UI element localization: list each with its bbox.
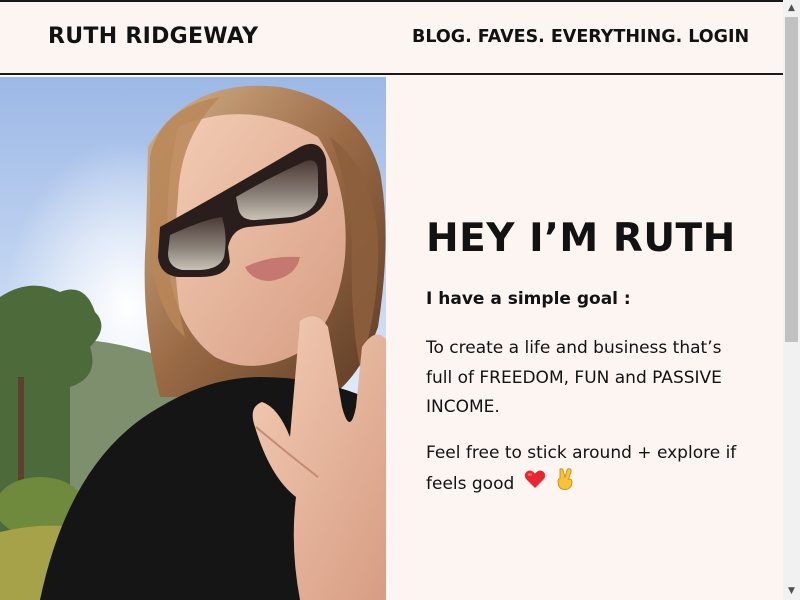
vertical-scrollbar[interactable]: ▲ ▼: [783, 0, 800, 600]
hero-photo-illustration: [0, 77, 386, 600]
intro-section: HEY I’M RUTH I have a simple goal : To c…: [386, 77, 783, 600]
nav-faves[interactable]: FAVES.: [478, 27, 545, 47]
invite-text: Feel free to stick around + explore if f…: [426, 443, 737, 494]
nav-blog[interactable]: BLOG.: [412, 27, 472, 47]
site-header: RUTH RIDGEWAY BLOG. FAVES. EVERYTHING. L…: [0, 0, 783, 75]
goal-heading: I have a simple goal :: [426, 289, 631, 309]
nav-everything[interactable]: EVERYTHING.: [551, 27, 682, 47]
scroll-down-arrow-icon[interactable]: ▼: [783, 583, 800, 600]
scroll-up-arrow-icon[interactable]: ▲: [783, 0, 800, 17]
main-nav: BLOG. FAVES. EVERYTHING. LOGIN: [412, 27, 749, 47]
heart-icon: [524, 469, 546, 499]
intro-paragraph: To create a life and business that’s ful…: [426, 338, 722, 417]
brand-logo-text[interactable]: RUTH RIDGEWAY: [48, 24, 258, 49]
nav-login[interactable]: LOGIN: [688, 27, 749, 47]
invite-paragraph: Feel free to stick around + explore if f…: [426, 438, 746, 500]
peace-hand-icon: [555, 468, 575, 500]
scroll-thumb[interactable]: [785, 17, 798, 342]
hero-title: HEY I’M RUTH: [426, 216, 736, 261]
hero-photo: [0, 77, 386, 600]
